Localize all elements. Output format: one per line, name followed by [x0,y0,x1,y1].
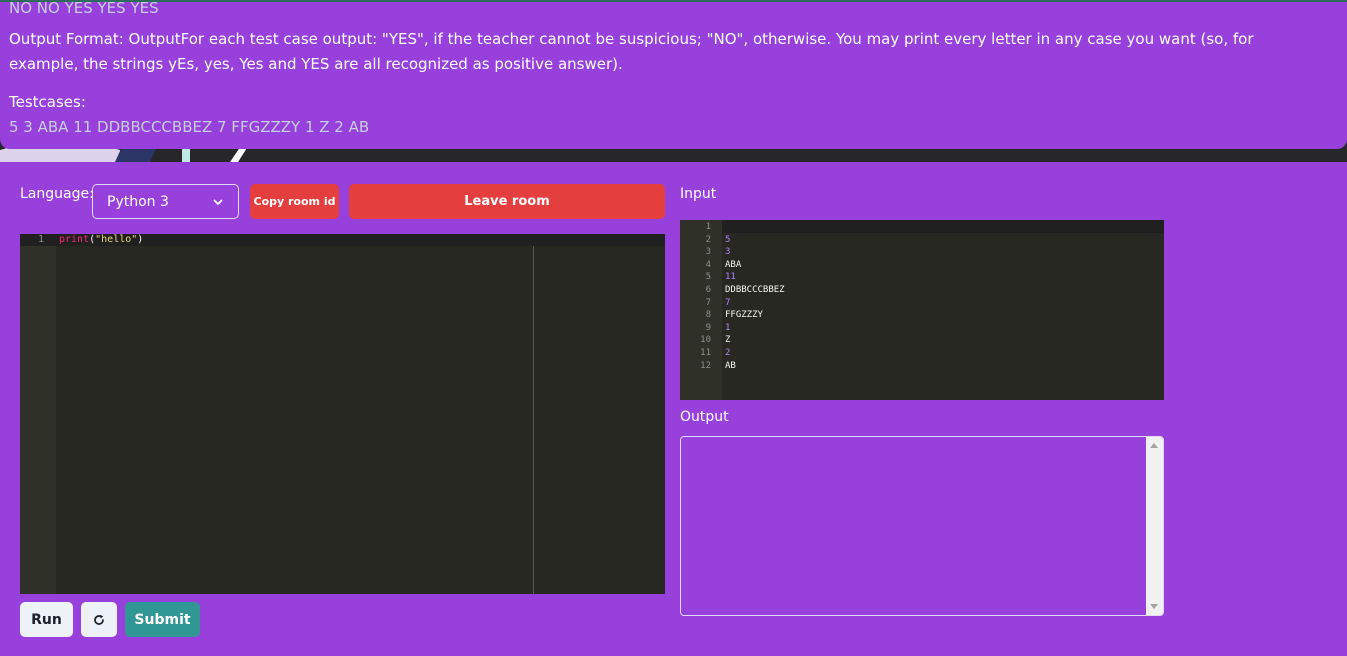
input-line: 1 [680,221,1164,234]
input-line-number: 9 [705,322,711,333]
input-line-number: 7 [705,297,711,308]
input-line-number: 10 [700,335,711,346]
output-label: Output [680,409,729,425]
input-line: 11 2 [680,347,1164,360]
input-line: 6 DDBBCCCBBEZ [680,284,1164,297]
output-format-text: Output Format: OutputFor each test case … [9,30,1254,73]
input-line: 8 FFGZZZY [680,309,1164,322]
input-line-text: DDBBCCCBBEZ [725,285,785,295]
input-line-text: 7 [725,297,731,308]
scroll-down-arrow-icon[interactable] [1150,604,1158,609]
input-line: 91 [680,322,1164,335]
input-line-number: 8 [705,310,711,321]
output-textarea[interactable] [680,436,1164,616]
input-label: Input [680,186,717,202]
copy-room-id-button[interactable]: Copy room id [250,184,339,219]
problem-card: NO NO YES YES YES Output Format: OutputF… [0,0,1347,149]
code-editor[interactable]: 1 print("hello") [20,234,665,594]
scroll-up-arrow-icon[interactable] [1150,443,1158,448]
input-line: 12 AB [680,360,1164,373]
refresh-icon [94,614,104,625]
input-line-text: 11 [725,272,736,283]
input-line-text: Z [725,335,731,346]
code-paren-close: ) [137,234,144,245]
input-line: 33 [680,246,1164,259]
submit-button[interactable]: Submit [125,602,200,637]
input-line: 25 [680,234,1164,247]
input-line-number: 6 [705,285,711,295]
print-margin [533,246,534,594]
reset-button[interactable] [81,602,117,637]
input-line-text: FFGZZZY [725,310,763,321]
leave-room-button[interactable]: Leave room [349,184,665,219]
input-line-number: 1 [705,222,711,232]
input-line: 77 [680,297,1164,310]
language-select-value: Python 3 [107,193,169,210]
code-line: print("hello") [59,234,143,246]
input-line-text: 3 [725,247,731,258]
input-line-text: ABA [725,259,742,270]
code-string: "hello" [95,234,138,245]
code-function: print [59,234,90,245]
output-scrollbar[interactable] [1146,437,1163,615]
input-line-number: 11 [700,348,711,358]
testcases-value: 5 3 ABA 11 DDBBCCCBBEZ 7 FFGZZZY 1 Z 2 A… [9,118,370,136]
input-line-number: 12 [700,360,711,371]
input-line-number: 5 [705,272,711,283]
language-label: Language: [20,186,94,202]
language-select[interactable]: Python 3 [92,184,239,219]
run-button[interactable]: Run [20,602,73,637]
code-editor-gutter [20,234,56,594]
input-line-text: 5 [725,234,731,245]
input-line-number: 2 [705,234,711,245]
input-line: 10 Z [680,334,1164,347]
input-line-text: 2 [725,348,731,358]
testcases-label: Testcases: [9,93,86,111]
input-line: 5 11 [680,271,1164,284]
input-line-text: AB [725,360,736,371]
input-line-number: 3 [705,247,711,258]
chevron-down-icon [213,199,223,205]
input-editor[interactable]: 1 2 5 3 3 4 ABA 5 11 6 DDBBCCCBBEZ 7 7 8 FFGZZZY 9 1 10 Z 1… [680,220,1164,400]
sample-output-text: NO NO YES YES YES [9,0,159,17]
input-line-text: 1 [725,322,731,333]
input-line: 4 ABA [680,259,1164,272]
problem-area: NO NO YES YES YES Output Format: OutputF… [0,0,1347,162]
code-line-number: 1 [37,234,44,245]
input-line-number: 4 [705,259,711,270]
